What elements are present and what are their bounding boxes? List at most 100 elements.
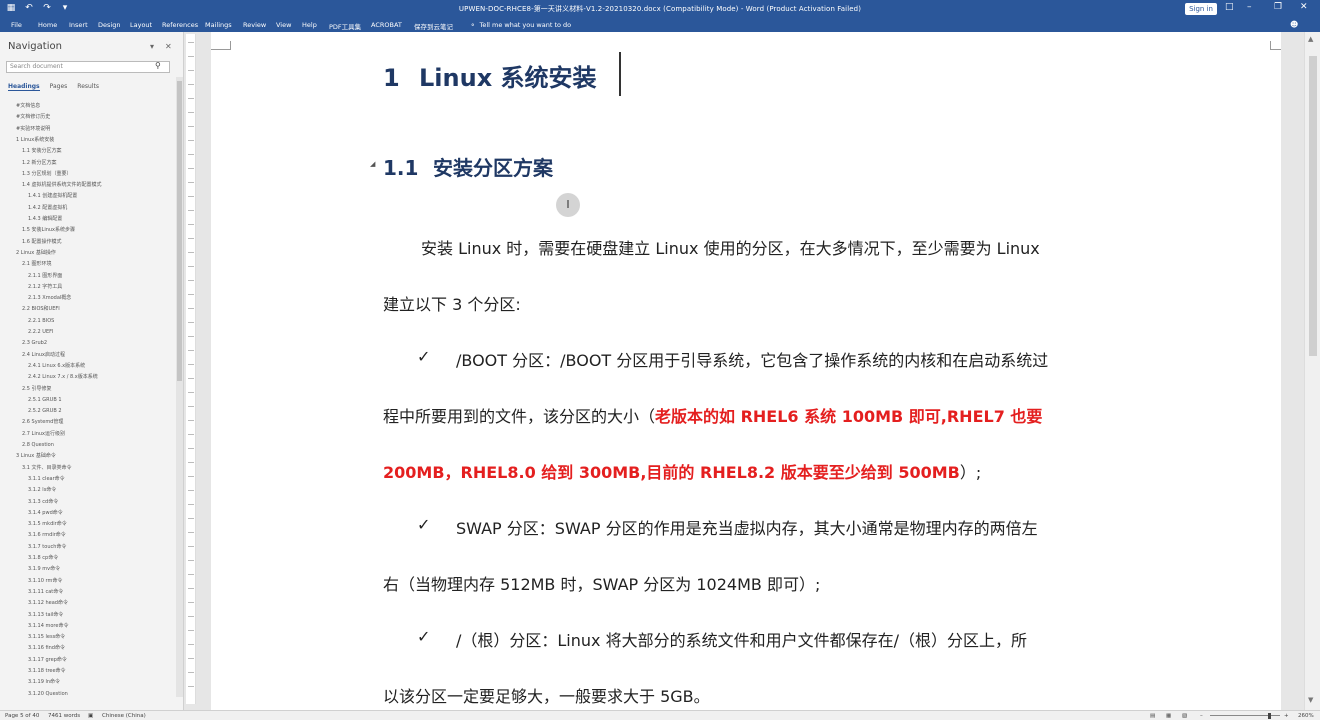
outline-item[interactable]: 1.4.2 配置虚拟机 xyxy=(28,204,67,212)
outline-item[interactable]: 1.4 虚拟机提供系统文件的配置模式 xyxy=(22,181,102,189)
outline-item[interactable]: 2.6 Systemd管理 xyxy=(22,418,63,426)
search-icon[interactable]: ⚲ xyxy=(155,61,161,70)
zoom-out-icon[interactable]: – xyxy=(1200,713,1203,719)
tab-mailings[interactable]: Mailings xyxy=(205,21,232,29)
outline-item[interactable]: 2.2.1 BIOS xyxy=(28,317,54,325)
tab-references[interactable]: References xyxy=(162,21,198,29)
zoom-level[interactable]: 260% xyxy=(1298,713,1314,719)
page-count[interactable]: Page 5 of 40 xyxy=(5,713,39,719)
tab-view[interactable]: View xyxy=(276,21,291,29)
outline-item[interactable]: 1.5 安装Linux系统步骤 xyxy=(22,226,75,234)
outline-item[interactable]: 3.1.15 less命令 xyxy=(28,633,65,641)
outline-item[interactable]: 1.2 新分区方案 xyxy=(22,159,57,167)
pane-options-icon[interactable]: ▾ xyxy=(150,42,154,51)
outline-item[interactable]: 3.1.7 touch命令 xyxy=(28,543,66,551)
outline-item[interactable]: 3.1.18 tree命令 xyxy=(28,667,66,675)
outline-item[interactable]: 3.1.17 grep命令 xyxy=(28,656,67,664)
scroll-down-icon[interactable]: ▼ xyxy=(1308,696,1313,704)
outline-item[interactable]: 2.1.2 字符工具 xyxy=(28,283,62,291)
outline-item[interactable]: 1 Linux系统安装 xyxy=(16,136,54,144)
outline-item[interactable]: 1.6 配置操作模式 xyxy=(22,238,62,246)
outline-item[interactable]: 2.5 引导修复 xyxy=(22,385,52,393)
outline-item[interactable]: 3.1.10 rm命令 xyxy=(28,577,62,585)
outline-item[interactable]: 2.2 BIOS和UEFI xyxy=(22,305,60,313)
outline-item[interactable]: 2.5.1 GRUB 1 xyxy=(28,396,62,404)
outline-item[interactable]: 2.7 Linux运行级别 xyxy=(22,430,65,438)
proofing-icon[interactable]: ▣ xyxy=(88,713,93,719)
outline-item[interactable]: 2.4.2 Linux 7.x / 8.x版本系统 xyxy=(28,373,98,381)
outline-item[interactable]: 3.1 文件、目录类命令 xyxy=(22,464,72,472)
sign-in-button[interactable]: Sign in xyxy=(1185,3,1217,15)
word-count[interactable]: 7461 words xyxy=(48,713,80,719)
outline-item[interactable]: 3.1.8 cp命令 xyxy=(28,554,58,562)
outline-item[interactable]: 3.1.16 find命令 xyxy=(28,644,65,652)
ribbon-display-icon[interactable]: □ xyxy=(1225,2,1234,12)
outline-item[interactable]: 1.4.1 创建虚拟机配置 xyxy=(28,192,77,200)
outline-item[interactable]: 3.1.5 mkdir命令 xyxy=(28,520,67,528)
tab-review[interactable]: Review xyxy=(243,21,266,29)
outline-item[interactable]: 3.1.6 rmdir命令 xyxy=(28,531,66,539)
tab-home[interactable]: Home xyxy=(38,21,57,29)
outline-item[interactable]: 3.1.11 cat命令 xyxy=(28,588,63,596)
web-layout-icon[interactable]: ▧ xyxy=(1182,713,1187,719)
print-layout-icon[interactable]: ▦ xyxy=(1166,713,1171,719)
outline-item[interactable]: 3.1.14 more命令 xyxy=(28,622,68,630)
tab-pages[interactable]: Pages xyxy=(50,83,68,91)
outline-item[interactable]: 3.1.2 ls命令 xyxy=(28,486,56,494)
outline-item[interactable]: 2.5.2 GRUB 2 xyxy=(28,407,62,415)
tab-cloud-note[interactable]: 保存到云笔记 xyxy=(414,21,453,31)
tab-help[interactable]: Help xyxy=(302,21,317,29)
outline-item[interactable]: 2.3 Grub2 xyxy=(22,339,47,347)
outline-item[interactable]: 3 Linux 基础命令 xyxy=(16,452,56,460)
language-status[interactable]: Chinese (China) xyxy=(102,713,146,719)
restore-icon[interactable]: ❐ xyxy=(1274,2,1282,12)
collapse-heading-icon[interactable]: ◢ xyxy=(370,160,375,168)
outline-item[interactable]: 2.4.1 Linux 6.x版本系统 xyxy=(28,362,85,370)
scroll-up-icon[interactable]: ▲ xyxy=(1308,35,1313,43)
outline-item[interactable]: 3.1.9 mv命令 xyxy=(28,565,60,573)
close-pane-icon[interactable]: ✕ xyxy=(165,42,172,51)
zoom-slider-thumb[interactable] xyxy=(1268,713,1271,719)
minimize-icon[interactable]: – xyxy=(1247,2,1252,12)
heading-2[interactable]: 1.1 安装分区方案 xyxy=(383,152,553,181)
nav-scroll-thumb[interactable] xyxy=(177,81,182,381)
outline-item[interactable]: 3.1.1 clear命令 xyxy=(28,475,65,483)
share-icon[interactable]: ☻ xyxy=(1290,20,1298,29)
tab-pdf-tools[interactable]: PDF工具集 xyxy=(329,21,361,31)
search-document-input[interactable]: Search document xyxy=(6,61,170,73)
outline-item[interactable]: 2.2.2 UEFI xyxy=(28,328,53,336)
outline-item[interactable]: 3.1.3 cd命令 xyxy=(28,498,58,506)
outline-item[interactable]: 3.1.19 ln命令 xyxy=(28,678,60,686)
read-mode-icon[interactable]: ▤ xyxy=(1150,713,1155,719)
outline-item[interactable]: 2.1.3 Xmodal概念 xyxy=(28,294,71,302)
tab-layout[interactable]: Layout xyxy=(130,21,152,29)
outline-item[interactable]: 1.1 安装分区方案 xyxy=(22,147,62,155)
outline-item[interactable]: 1.4.3 编辑配置 xyxy=(28,215,62,223)
heading-1[interactable]: 1 Linux 系统安装 xyxy=(383,58,597,93)
tab-headings[interactable]: Headings xyxy=(8,83,40,91)
tab-results[interactable]: Results xyxy=(77,83,99,91)
tab-insert[interactable]: Insert xyxy=(69,21,88,29)
outline-item[interactable]: 2 Linux 基础操作 xyxy=(16,249,56,257)
outline-item[interactable]: 2.1.1 图形界面 xyxy=(28,272,62,280)
document-scrollbar[interactable]: ▲ ▼ xyxy=(1304,32,1320,710)
outline-item[interactable]: 3.1.4 pwd命令 xyxy=(28,509,63,517)
outline-item[interactable]: #实验环境说明 xyxy=(16,125,50,133)
outline-item[interactable]: 3.1.13 tail命令 xyxy=(28,611,63,619)
document-scroll-thumb[interactable] xyxy=(1309,56,1317,356)
outline-item[interactable]: 2.1 图形环境 xyxy=(22,260,52,268)
outline-item[interactable]: 3.1.12 head命令 xyxy=(28,599,68,607)
nav-scrollbar[interactable] xyxy=(176,77,183,697)
tab-design[interactable]: Design xyxy=(98,21,120,29)
tab-file[interactable]: File xyxy=(11,21,22,29)
outline-item[interactable]: #文档修订历史 xyxy=(16,113,50,121)
close-icon[interactable]: ✕ xyxy=(1300,2,1308,12)
outline-item[interactable]: #文档信息 xyxy=(16,102,40,110)
outline-item[interactable]: 3.1.20 Question xyxy=(28,690,68,698)
tell-me-box[interactable]: ⚬ Tell me what you want to do xyxy=(470,21,571,29)
outline-item[interactable]: 2.8 Question xyxy=(22,441,54,449)
document-page[interactable] xyxy=(211,32,1281,710)
outline-item[interactable]: 2.4 Linux启动过程 xyxy=(22,351,65,359)
outline-item[interactable]: 1.3 分区规划（重要） xyxy=(22,170,72,178)
tab-acrobat[interactable]: ACROBAT xyxy=(371,21,402,29)
